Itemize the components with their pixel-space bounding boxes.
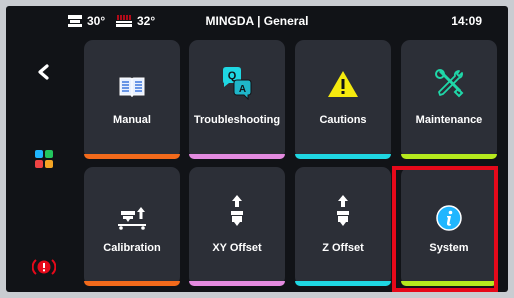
tile-accent-bar (295, 281, 391, 286)
tile-accent-bar (401, 154, 497, 159)
status-bar: 30° 32° MINGDA | General 14:09 (6, 6, 508, 36)
tools-icon (435, 69, 464, 98)
tile-accent-bar (84, 154, 180, 159)
tile-z-offset[interactable]: Z Offset (295, 167, 391, 286)
tile-accent-bar (295, 154, 391, 159)
selection-highlight (392, 166, 498, 292)
emergency-stop-icon (32, 259, 56, 275)
z-offset-icon (337, 195, 349, 226)
tile-calibration[interactable]: Calibration (84, 167, 180, 286)
tile-label: Cautions (319, 114, 367, 126)
tile-label: Z Offset (322, 242, 364, 254)
tile-label: XY Offset (212, 242, 262, 254)
qa-chat-icon: Q A (223, 67, 252, 100)
tile-xy-offset[interactable]: XY Offset (189, 167, 285, 286)
back-chevron-icon (38, 64, 49, 80)
warning-icon (328, 71, 358, 97)
tile-troubleshooting[interactable]: Q A Troubleshooting (189, 40, 285, 159)
tile-label: Troubleshooting (193, 114, 281, 126)
tile-accent-bar (84, 281, 180, 286)
tile-label: Calibration (103, 242, 161, 254)
svg-text:A: A (239, 84, 246, 95)
tile-label: Manual (113, 114, 151, 126)
screen-title: MINGDA | General (205, 14, 309, 28)
tile-label: Maintenance (415, 114, 483, 126)
xy-offset-icon (231, 195, 243, 226)
tile-maintenance[interactable]: Maintenance (401, 40, 497, 159)
tile-manual[interactable]: Manual (84, 40, 180, 159)
calibration-icon (118, 207, 146, 230)
apps-grid-icon (35, 150, 53, 168)
tile-cautions[interactable]: Cautions (295, 40, 391, 159)
book-icon (119, 77, 145, 98)
emergency-stop-button[interactable] (31, 256, 57, 278)
tile-accent-bar (189, 281, 285, 286)
tile-accent-bar (189, 154, 285, 159)
clock: 14:09 (451, 14, 482, 28)
back-button[interactable] (32, 61, 54, 83)
apps-button[interactable] (32, 147, 56, 171)
